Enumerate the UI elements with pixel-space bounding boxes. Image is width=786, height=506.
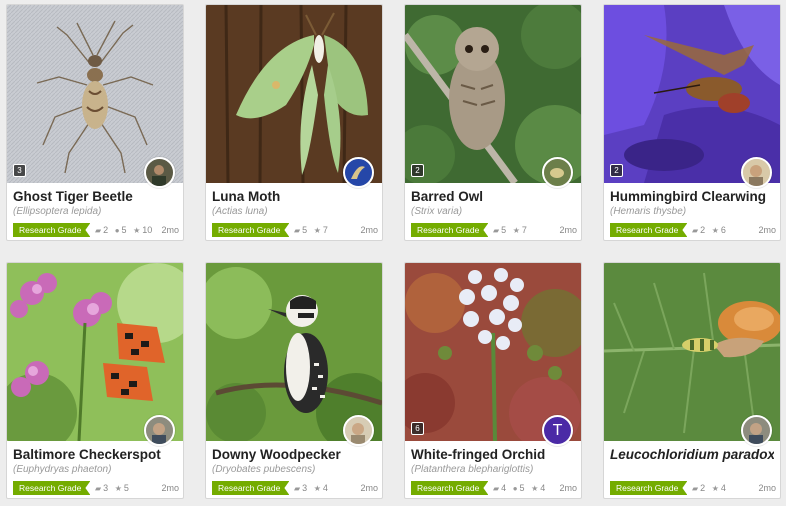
research-grade-badge: Research Grade (13, 481, 90, 495)
observation-age: 2mo (758, 225, 776, 235)
photo-count-badge: 2 (610, 161, 625, 177)
star-icon: ★ (133, 226, 141, 235)
research-grade-badge: Research Grade (212, 481, 289, 495)
id-badge-icon: ▰ (95, 226, 102, 235)
observation-card[interactable]: 3 Ghost Tiger Beetle (Ellipsoptera lepid… (6, 4, 184, 241)
fave-count: 5 (123, 483, 129, 493)
avatar[interactable] (741, 157, 772, 188)
photo-count-badge: 3 (13, 161, 28, 177)
fave-count: 4 (322, 483, 328, 493)
observation-age: 2mo (559, 483, 577, 493)
observation-card[interactable]: Downy Woodpecker (Dryobates pubescens) R… (205, 262, 383, 499)
avatar[interactable] (741, 415, 772, 446)
id-badge-icon: ▰ (493, 226, 500, 235)
star-icon: ★ (114, 484, 122, 493)
research-grade-badge: Research Grade (610, 223, 687, 237)
identification-count: 4 (501, 483, 507, 493)
avatar[interactable] (144, 415, 175, 446)
observation-card[interactable]: 2 Barred Owl (Strix varia) Research Grad… (404, 4, 582, 241)
research-grade-badge: Research Grade (411, 223, 488, 237)
comment-count: 5 (121, 225, 127, 235)
observation-age: 2mo (758, 483, 776, 493)
id-badge-icon: ▰ (294, 484, 301, 493)
star-icon: ★ (711, 226, 719, 235)
fave-count: 6 (720, 225, 726, 235)
id-badge-icon: ▰ (95, 484, 102, 493)
scientific-name: (Dryobates pubescens) (212, 464, 316, 475)
id-badge-icon: ▰ (692, 226, 699, 235)
scientific-name: (Euphydryas phaeton) (13, 464, 112, 475)
identification-count: 3 (302, 483, 308, 493)
observation-card[interactable]: Leucochloridium paradoxum Research Grade… (603, 262, 781, 499)
fave-count: 10 (142, 225, 153, 235)
star-icon: ★ (313, 226, 321, 235)
avatar[interactable] (542, 157, 573, 188)
avatar[interactable]: T (542, 415, 573, 446)
identification-count: 2 (103, 225, 109, 235)
photo-count-badge: 6 (411, 419, 426, 435)
avatar[interactable] (343, 415, 374, 446)
fave-count: 4 (720, 483, 726, 493)
common-name[interactable]: Baltimore Checkerspot (13, 447, 177, 462)
research-grade-badge: Research Grade (610, 481, 687, 495)
observation-card[interactable]: Luna Moth (Actias luna) Research Grade ▰… (205, 4, 383, 241)
observation-card[interactable]: Baltimore Checkerspot (Euphydryas phaeto… (6, 262, 184, 499)
star-icon: ★ (711, 484, 719, 493)
identification-count: 5 (501, 225, 507, 235)
scientific-name: (Ellipsoptera lepida) (13, 206, 102, 217)
observation-age: 2mo (360, 225, 378, 235)
identification-count: 2 (700, 225, 706, 235)
common-name[interactable]: White-fringed Orchid (411, 447, 575, 462)
research-grade-badge: Research Grade (13, 223, 90, 237)
comment-count: 5 (519, 483, 525, 493)
scientific-name: (Actias luna) (212, 206, 268, 217)
id-badge-icon: ▰ (692, 484, 699, 493)
identification-count: 2 (700, 483, 706, 493)
scientific-name: (Strix varia) (411, 206, 463, 217)
star-icon: ★ (313, 484, 321, 493)
research-grade-badge: Research Grade (411, 481, 488, 495)
common-name[interactable]: Barred Owl (411, 189, 575, 204)
fave-count: 7 (322, 225, 328, 235)
avatar[interactable] (343, 157, 374, 188)
scientific-name-title[interactable]: Leucochloridium paradoxum (610, 447, 774, 462)
identification-count: 5 (302, 225, 308, 235)
id-badge-icon: ▰ (493, 484, 500, 493)
star-icon: ★ (531, 484, 539, 493)
observation-age: 2mo (559, 225, 577, 235)
observation-age: 2mo (161, 225, 179, 235)
common-name[interactable]: Hummingbird Clearwing (610, 189, 774, 204)
identification-count: 3 (103, 483, 109, 493)
fave-count: 7 (521, 225, 527, 235)
common-name[interactable]: Luna Moth (212, 189, 376, 204)
scientific-name: (Hemaris thysbe) (610, 206, 687, 217)
id-badge-icon: ▰ (294, 226, 301, 235)
observation-age: 2mo (360, 483, 378, 493)
photo-count-badge: 2 (411, 161, 426, 177)
scientific-name: (Platanthera blephariglottis) (411, 464, 534, 475)
research-grade-badge: Research Grade (212, 223, 289, 237)
fave-count: 4 (540, 483, 546, 493)
comment-icon: ● (114, 226, 120, 235)
observation-age: 2mo (161, 483, 179, 493)
avatar[interactable] (144, 157, 175, 188)
common-name[interactable]: Downy Woodpecker (212, 447, 376, 462)
comment-icon: ● (512, 484, 518, 493)
observation-card[interactable]: 2 Hummingbird Clearwing (Hemaris thysbe)… (603, 4, 781, 241)
star-icon: ★ (512, 226, 520, 235)
observation-card[interactable]: 6 T White-fringed Orchid (Platanthera bl… (404, 262, 582, 499)
common-name[interactable]: Ghost Tiger Beetle (13, 189, 177, 204)
